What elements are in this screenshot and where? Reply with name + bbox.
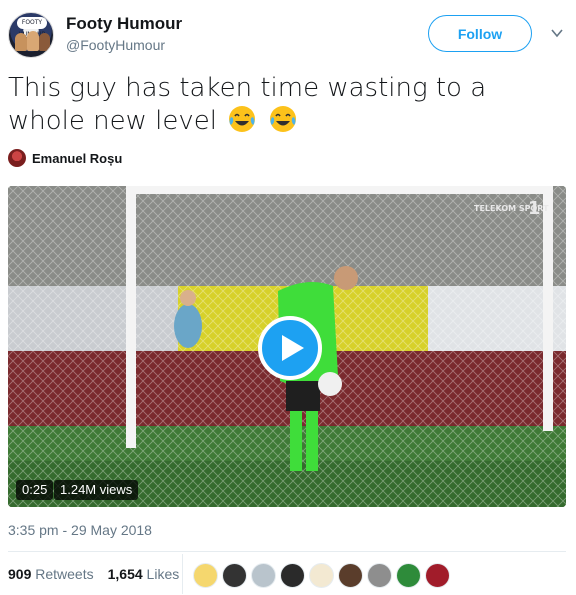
retweets-count: 909 [8, 566, 32, 582]
avatar-figure [15, 33, 27, 51]
liker-avatar[interactable] [251, 563, 276, 588]
liker-avatar[interactable] [222, 563, 247, 588]
video-credit[interactable]: Emanuel Roșu [8, 148, 122, 168]
liker-avatar[interactable] [367, 563, 392, 588]
face-with-tears-of-joy-icon [229, 106, 256, 132]
channel-logo: TELEKOM SPORT 1 [474, 198, 549, 219]
retweets-stat[interactable]: 909 Retweets [8, 566, 94, 582]
credit-avatar [8, 149, 26, 167]
engagement-stats: 909 Retweets 1,654 Likes [8, 566, 179, 582]
divider [8, 551, 566, 552]
retweets-label: Retweets [35, 566, 94, 582]
play-icon [282, 335, 304, 361]
author-display-name[interactable]: Footy Humour [66, 14, 182, 34]
liker-avatar[interactable] [280, 563, 305, 588]
liker-avatars [193, 563, 450, 588]
likes-count: 1,654 [107, 566, 143, 582]
likes-label: Likes [146, 566, 180, 582]
author-avatar[interactable]: FOOTY HUMOUR [8, 12, 54, 58]
stats-separator [182, 554, 183, 594]
face-with-tears-of-joy-icon [269, 106, 296, 132]
liker-avatar[interactable] [338, 563, 363, 588]
credit-name: Emanuel Roșu [32, 150, 123, 166]
likes-stat[interactable]: 1,654 Likes [108, 566, 180, 582]
tweet-timestamp[interactable]: 3:35 pm - 29 May 2018 [8, 522, 152, 538]
follow-button[interactable]: Follow [428, 15, 532, 52]
tweet-text: This guy has taken time wasting to a who… [8, 72, 563, 137]
avatar-figure [27, 31, 39, 51]
avatar-figure [39, 33, 50, 51]
liker-avatar[interactable] [309, 563, 334, 588]
tweet-header: FOOTY HUMOUR Footy Humour @FootyHumour F… [8, 10, 568, 62]
video-views: 1.24M views [54, 480, 139, 500]
play-button[interactable] [258, 316, 322, 380]
author-handle[interactable]: @FootyHumour [66, 37, 165, 53]
video-duration: 0:25 [16, 480, 54, 500]
liker-avatar[interactable] [193, 563, 218, 588]
avatar-crest-text: FOOTY HUMOUR [17, 17, 47, 38]
channel-number: 1 [528, 198, 541, 219]
liker-avatar[interactable] [396, 563, 421, 588]
chevron-down-icon[interactable] [550, 26, 564, 40]
video-player[interactable]: TELEKOM SPORT 1 0:25 1.24M views [8, 186, 566, 507]
liker-avatar[interactable] [425, 563, 450, 588]
